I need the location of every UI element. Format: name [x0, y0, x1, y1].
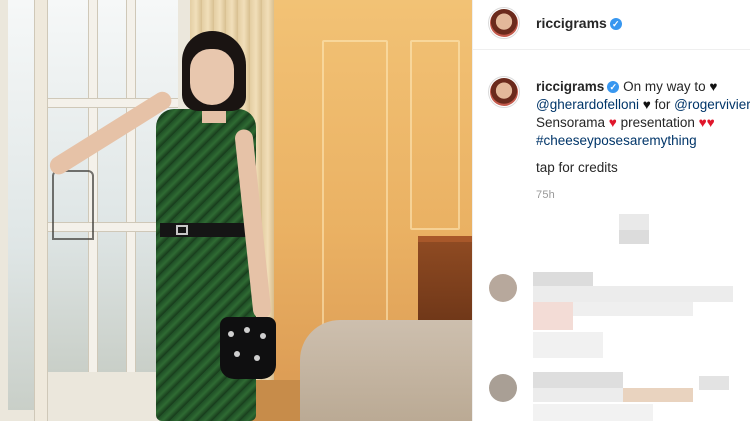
caption-line: riccigrams ✓ On my way to ♥: [536, 78, 750, 96]
balcony-railing: [52, 170, 94, 240]
side-table: [418, 236, 472, 332]
face: [190, 49, 234, 105]
mention-link[interactable]: @rogervivier: [674, 97, 750, 112]
wall-molding: [410, 40, 460, 230]
caption-username-link[interactable]: riccigrams: [536, 79, 604, 94]
belt: [160, 223, 250, 237]
caption-line: @gherardofelloni ♥ for @rogervivier: [536, 96, 750, 114]
comment-avatar[interactable]: [489, 374, 517, 402]
verified-badge-icon: ✓: [607, 81, 620, 93]
caption-text: Sensorama: [536, 115, 609, 130]
heart-icon: ♥: [642, 97, 651, 112]
caption-text: On my way to ♥: [623, 79, 717, 94]
hashtag-link[interactable]: #cheeseyposesaremything: [536, 133, 697, 148]
caption-text: On my way to: [623, 79, 710, 94]
verified-badge-icon: ✓: [609, 18, 622, 30]
mention-link[interactable]: @gherardofelloni: [536, 97, 639, 112]
heart-icon: ♥: [709, 79, 718, 94]
belt-buckle: [176, 225, 188, 235]
post-header: riccigrams ✓: [473, 0, 750, 50]
post-timestamp[interactable]: 75h: [536, 189, 555, 201]
person: [46, 25, 290, 421]
heart-icon: ♥♥: [698, 115, 715, 130]
caption-avatar[interactable]: [488, 76, 520, 108]
post-details-panel: riccigrams ✓ riccigrams ✓ On my way to ♥ @…: [472, 0, 750, 421]
comment-avatar[interactable]: [489, 274, 517, 302]
avatar[interactable]: [488, 7, 520, 39]
tap-for-credits[interactable]: tap for credits: [536, 160, 618, 175]
caption-text: for: [650, 97, 675, 112]
header-username-row: riccigrams ✓: [536, 15, 622, 31]
username-link[interactable]: riccigrams: [536, 15, 607, 31]
heart-icon: ♥: [608, 115, 617, 130]
handbag: [220, 317, 276, 379]
caption-text: presentation: [616, 115, 699, 130]
post-caption: riccigrams ✓ On my way to ♥ @gherardofell…: [536, 78, 750, 150]
caption-line: #cheeseyposesaremything: [536, 132, 750, 150]
bed: [300, 320, 472, 421]
post-photo[interactable]: [0, 0, 472, 421]
caption-line: Sensorama ♥ presentation ♥♥: [536, 114, 750, 132]
wall-molding: [322, 40, 388, 340]
